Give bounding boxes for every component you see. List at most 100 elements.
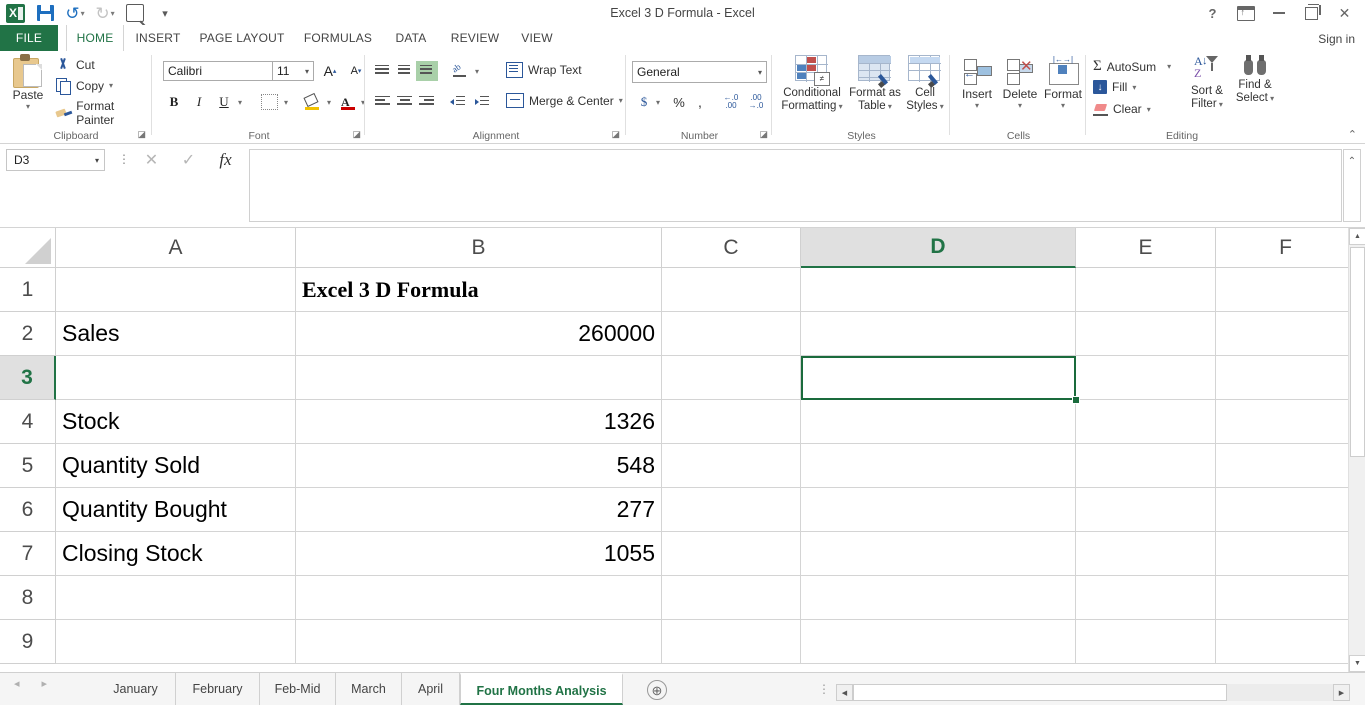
split-handle[interactable]: ⋮: [818, 682, 830, 696]
cell-styles-button[interactable]: Cell Styles ▾: [903, 55, 947, 113]
cell-B3[interactable]: [296, 356, 662, 400]
cell-F6[interactable]: [1216, 488, 1356, 532]
scroll-down-button[interactable]: ▼: [1349, 655, 1365, 672]
cell-B6[interactable]: 277: [296, 488, 662, 532]
cell-C6[interactable]: [662, 488, 801, 532]
merge-center-button[interactable]: Merge & Center ▾: [506, 93, 623, 108]
cell-A5[interactable]: Quantity Sold: [56, 444, 296, 488]
cell-E6[interactable]: [1076, 488, 1216, 532]
alignment-dialog-launcher[interactable]: ◪: [611, 129, 620, 140]
cell-D7[interactable]: [801, 532, 1076, 576]
cell-A6[interactable]: Quantity Bought: [56, 488, 296, 532]
sheet-tab-four-months-analysis[interactable]: Four Months Analysis: [460, 673, 623, 705]
fill-color-button[interactable]: [301, 91, 323, 113]
cell-F5[interactable]: [1216, 444, 1356, 488]
column-header-a[interactable]: A: [56, 228, 296, 268]
number-dialog-launcher[interactable]: ◪: [759, 129, 768, 140]
row-header-7[interactable]: 7: [0, 532, 56, 576]
cell-E9[interactable]: [1076, 620, 1216, 664]
tab-home[interactable]: HOME: [66, 25, 124, 53]
cell-E7[interactable]: [1076, 532, 1216, 576]
align-center-button[interactable]: [394, 91, 416, 113]
cell-A8[interactable]: [56, 576, 296, 620]
cell-B1[interactable]: Excel 3 D Formula: [296, 268, 662, 312]
next-sheet-button[interactable]: ▸: [42, 677, 48, 690]
fill-button[interactable]: ↓ Fill ▾: [1093, 80, 1136, 94]
cell-D3[interactable]: [801, 356, 1076, 400]
column-header-b[interactable]: B: [296, 228, 662, 268]
cell-D6[interactable]: [801, 488, 1076, 532]
cut-button[interactable]: Cut: [56, 57, 95, 72]
horizontal-scroll-track[interactable]: [853, 684, 1333, 701]
cell-E2[interactable]: [1076, 312, 1216, 356]
help-icon[interactable]: ?: [1196, 0, 1229, 26]
align-middle-button[interactable]: [394, 61, 416, 81]
sort-filter-button[interactable]: AZ↓ Sort & Filter ▾: [1183, 55, 1231, 111]
underline-button[interactable]: U: [213, 91, 235, 113]
vertical-scrollbar[interactable]: ▲ ▼: [1348, 228, 1365, 672]
orientation-dropdown-icon[interactable]: ▾: [470, 61, 484, 81]
borders-dropdown-icon[interactable]: ▾: [279, 91, 293, 113]
sheet-tab-february[interactable]: February: [176, 673, 260, 705]
borders-button[interactable]: [258, 91, 280, 113]
autosum-button[interactable]: Σ AutoSum ▾: [1093, 58, 1171, 75]
cell-C8[interactable]: [662, 576, 801, 620]
decrease-indent-button[interactable]: [446, 91, 470, 113]
paste-dropdown-icon[interactable]: ▾: [6, 102, 50, 111]
row-header-8[interactable]: 8: [0, 576, 56, 620]
column-header-f[interactable]: F: [1216, 228, 1356, 268]
cell-A3[interactable]: [56, 356, 296, 400]
row-header-3[interactable]: 3: [0, 356, 56, 400]
enter-formula-icon[interactable]: ✓: [170, 149, 207, 171]
clipboard-dialog-launcher[interactable]: ◪: [137, 129, 146, 140]
cell-C2[interactable]: [662, 312, 801, 356]
format-painter-button[interactable]: Format Painter: [56, 99, 152, 127]
paste-button[interactable]: Paste ▾: [6, 54, 50, 111]
cell-A2[interactable]: Sales: [56, 312, 296, 356]
cell-E8[interactable]: [1076, 576, 1216, 620]
tab-page-layout[interactable]: PAGE LAYOUT: [194, 25, 290, 51]
spreadsheet-grid[interactable]: ABCDEF 123456789 Excel 3 D FormulaSales2…: [0, 228, 1365, 672]
row-header-4[interactable]: 4: [0, 400, 56, 444]
cell-E1[interactable]: [1076, 268, 1216, 312]
cell-E4[interactable]: [1076, 400, 1216, 444]
cell-C4[interactable]: [662, 400, 801, 444]
copy-dropdown-icon[interactable]: ▾: [109, 81, 113, 90]
format-as-table-button[interactable]: Format as Table ▾: [847, 55, 903, 113]
conditional-formatting-button[interactable]: ≠ Conditional Formatting ▾: [779, 55, 845, 113]
horizontal-scrollbar[interactable]: ◀ ▶: [836, 684, 1350, 701]
cell-B2[interactable]: 260000: [296, 312, 662, 356]
cell-F1[interactable]: [1216, 268, 1356, 312]
fill-color-dropdown-icon[interactable]: ▾: [322, 91, 336, 113]
redo-button[interactable]: ↻▾: [90, 0, 120, 26]
save-icon[interactable]: [30, 0, 60, 26]
cell-C7[interactable]: [662, 532, 801, 576]
sheet-tab-april[interactable]: April: [402, 673, 460, 705]
column-header-d[interactable]: D: [801, 228, 1076, 268]
cell-B4[interactable]: 1326: [296, 400, 662, 444]
sheet-tab-feb-mid[interactable]: Feb-Mid: [260, 673, 336, 705]
fill-dropdown-icon[interactable]: ▾: [1132, 83, 1136, 92]
cell-D8[interactable]: [801, 576, 1076, 620]
font-dialog-launcher[interactable]: ◪: [352, 129, 361, 140]
cell-D1[interactable]: [801, 268, 1076, 312]
delete-cells-button[interactable]: ✕ Delete ▾: [998, 57, 1042, 110]
close-icon[interactable]: ✕: [1328, 0, 1361, 26]
grow-font-button[interactable]: A▴: [319, 60, 341, 82]
cell-A1[interactable]: [56, 268, 296, 312]
cell-D5[interactable]: [801, 444, 1076, 488]
cell-E3[interactable]: [1076, 356, 1216, 400]
align-bottom-button[interactable]: [416, 61, 438, 81]
align-top-button[interactable]: [372, 61, 394, 81]
font-name-input[interactable]: Calibri▾: [163, 61, 283, 81]
cell-B7[interactable]: 1055: [296, 532, 662, 576]
autosum-dropdown-icon[interactable]: ▾: [1167, 62, 1171, 71]
tab-formulas[interactable]: FORMULAS: [298, 25, 378, 51]
select-all-corner[interactable]: [0, 228, 56, 268]
cell-F2[interactable]: [1216, 312, 1356, 356]
find-select-button[interactable]: Find & Select ▾: [1231, 55, 1279, 105]
cell-A9[interactable]: [56, 620, 296, 664]
ribbon-display-options-icon[interactable]: [1229, 0, 1262, 26]
row-header-1[interactable]: 1: [0, 268, 56, 312]
scroll-up-button[interactable]: ▲: [1349, 228, 1365, 245]
